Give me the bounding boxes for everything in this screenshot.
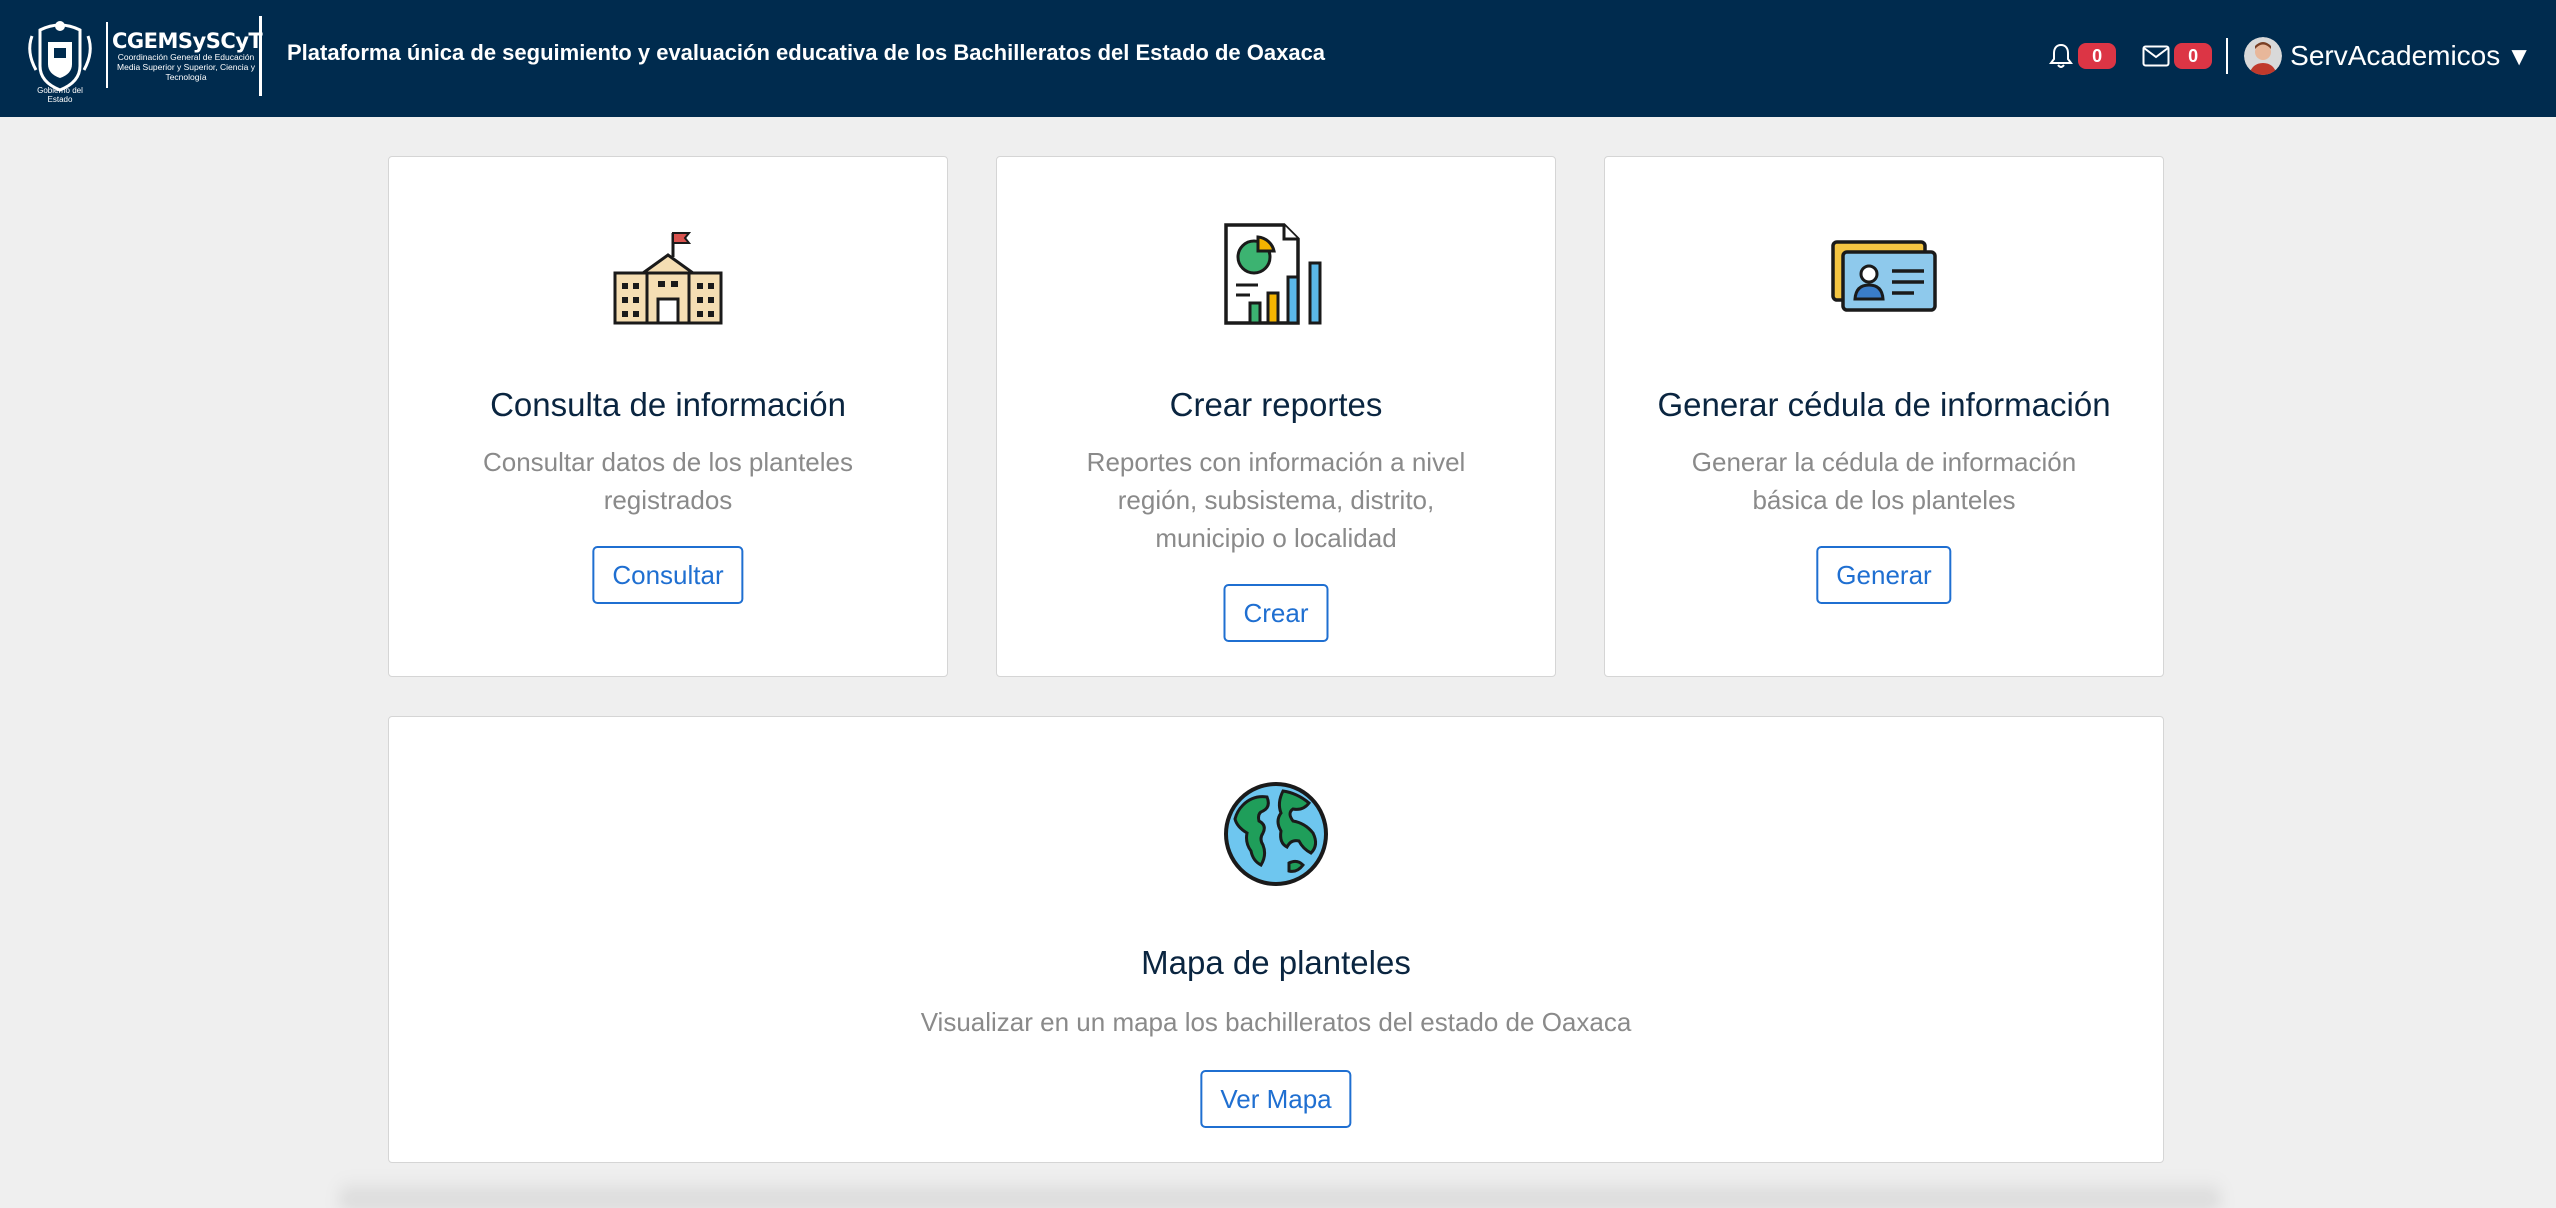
user-nav: 0 0 ServAcademicos ▼: [2048, 34, 2532, 78]
header-divider: [259, 16, 262, 96]
card-description: Generar la cédula de información básica …: [1691, 447, 2077, 515]
ver-mapa-button[interactable]: Ver Mapa: [1200, 1070, 1352, 1128]
top-navbar: Gobierno del Estado CGEMSySCyT Coordinac…: [0, 0, 2556, 117]
card-mapa: Mapa de planteles Visualizar en un mapa …: [388, 716, 2164, 1163]
messages-badge: 0: [2174, 43, 2213, 69]
footer-shadow: [340, 1178, 2220, 1208]
brand-subtitle: Coordinación General de Educación Media …: [117, 52, 255, 82]
avatar: [2244, 37, 2283, 75]
platform-title: Plataforma única de seguimiento y evalua…: [287, 40, 1326, 65]
globe-icon: [1224, 782, 1328, 886]
messages-button[interactable]: 0: [2142, 43, 2213, 69]
brand-logo: CGEMSySCyT Coordinación General de Educa…: [112, 29, 263, 82]
crear-button[interactable]: Crear: [1223, 584, 1329, 642]
logo-divider: [106, 22, 108, 88]
card-reportes: Crear reportes Reportes con información …: [996, 156, 1556, 677]
consultar-button[interactable]: Consultar: [592, 546, 744, 604]
card-title: Crear reportes: [1169, 386, 1383, 423]
card-title: Mapa de planteles: [1141, 944, 1411, 981]
user-menu-button[interactable]: ServAcademicos ▼: [2244, 37, 2532, 75]
card-cedula: Generar cédula de información Generar la…: [1604, 156, 2164, 677]
state-coat-of-arms-icon: [28, 21, 92, 92]
envelope-icon: [2142, 45, 2170, 67]
notifications-button[interactable]: 0: [2048, 42, 2117, 70]
brand-title: CGEMSySCyT: [112, 29, 263, 53]
generar-button[interactable]: Generar: [1816, 546, 1952, 604]
card-title: Consulta de información: [490, 386, 846, 423]
school-building-icon: [613, 232, 723, 325]
gov-label: Gobierno del Estado: [37, 86, 83, 104]
card-description: Consultar datos de los planteles registr…: [482, 447, 853, 515]
id-card-icon: [1831, 240, 1937, 312]
card-title: Generar cédula de información: [1657, 386, 2111, 423]
bell-icon: [2049, 43, 2074, 68]
report-chart-icon: [1224, 223, 1322, 325]
card-description: Visualizar en un mapa los bachilleratos …: [920, 1007, 1632, 1037]
notifications-badge: 0: [2078, 43, 2117, 69]
card-description: Reportes con información a nivel región,…: [1086, 447, 1466, 553]
username: ServAcademicos: [2290, 40, 2501, 71]
card-consulta: Consulta de información Consultar datos …: [388, 156, 948, 677]
chevron-down-icon: ▼: [2506, 41, 2532, 71]
nav-separator: [2226, 38, 2229, 74]
